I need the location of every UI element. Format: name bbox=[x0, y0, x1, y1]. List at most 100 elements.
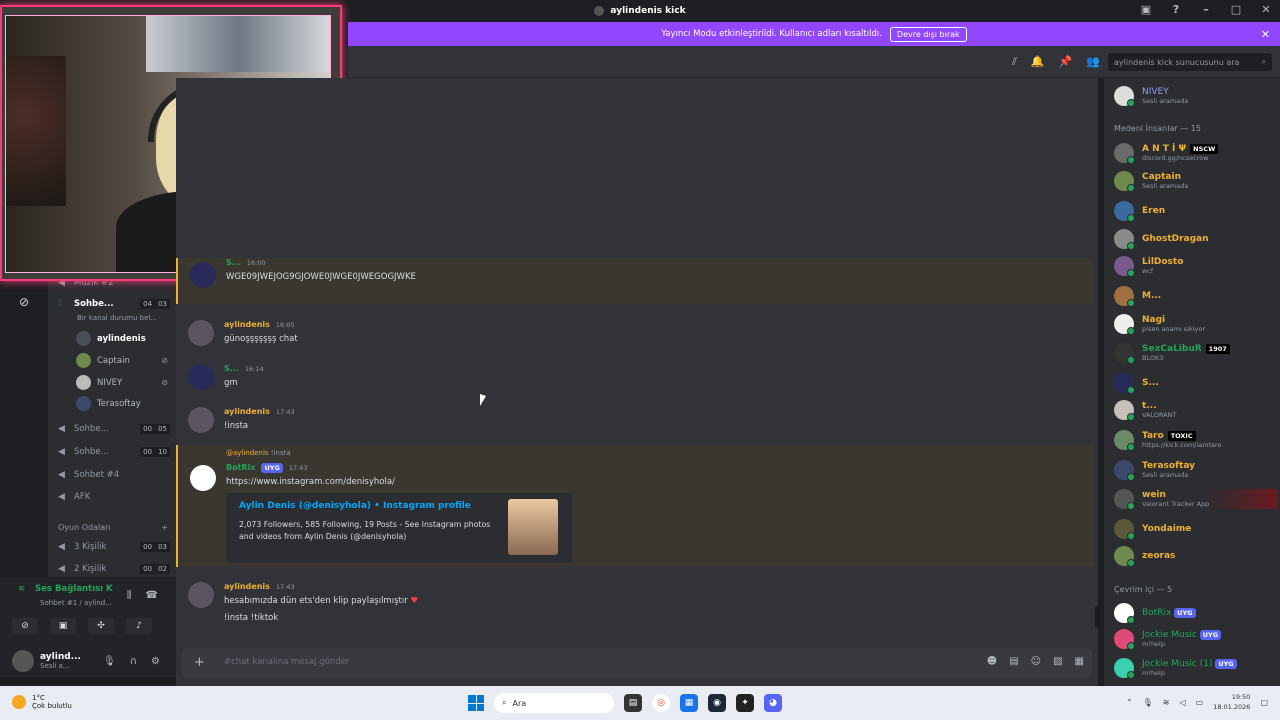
member-item[interactable]: Yondaime bbox=[1114, 519, 1278, 540]
taskbar-search[interactable]: ⌕ Ara bbox=[494, 693, 614, 713]
embed-thumbnail[interactable] bbox=[508, 499, 558, 555]
voice-user[interactable]: aylindenis bbox=[76, 331, 168, 346]
start-button[interactable] bbox=[468, 695, 484, 711]
channel-item[interactable]: ◀ 3 Kişilik 00 03 bbox=[58, 542, 170, 552]
channel-item[interactable]: ◀ Sohbet #4 bbox=[58, 470, 170, 480]
member-item[interactable]: LilDosto wcf bbox=[1114, 256, 1278, 277]
battery-icon[interactable]: ▭ bbox=[1196, 698, 1204, 707]
message[interactable]: S... 16:00 WGE09JWEJOG9GJOWE0JWGE0JWEGOGJ… bbox=[176, 258, 1094, 304]
file-explorer-icon[interactable]: ▤ bbox=[624, 694, 642, 712]
user-panel[interactable]: aylind... Sesli a... bbox=[12, 650, 81, 672]
member-item[interactable]: S... bbox=[1114, 373, 1278, 394]
apps-icon[interactable]: ☻ bbox=[987, 656, 997, 667]
discovery-icon[interactable]: ⊘ bbox=[13, 291, 35, 313]
member-item[interactable]: t... VALORANT bbox=[1114, 400, 1278, 421]
volume-icon[interactable]: ◁ bbox=[1180, 698, 1186, 707]
microphone-icon[interactable]: 🎙 bbox=[103, 656, 116, 667]
pin-icon[interactable]: 📌 bbox=[1059, 55, 1073, 69]
activities-button[interactable]: ✣ bbox=[88, 618, 114, 634]
message[interactable]: S... 16:14 gm bbox=[176, 362, 1094, 402]
wifi-icon[interactable]: ≋ bbox=[1163, 698, 1170, 707]
notification-icon[interactable]: ▢ bbox=[1260, 698, 1268, 707]
disconnect-icon[interactable]: ☎ bbox=[146, 590, 158, 601]
member-item[interactable]: SexCaLibuR 1907 BLOK3 bbox=[1114, 343, 1278, 364]
message-input[interactable]: #chat kanalına mesaj gönder bbox=[224, 657, 349, 667]
steam-icon[interactable]: ◉ bbox=[708, 694, 726, 712]
app-icon[interactable]: ✦ bbox=[736, 694, 754, 712]
maximize-button[interactable]: □ bbox=[1228, 3, 1244, 16]
clock[interactable]: 19:50 18.01.2026 bbox=[1213, 692, 1250, 712]
voice-user[interactable]: Terasoftay bbox=[76, 396, 168, 411]
channel-item[interactable]: ◀ Sohbe... 00 10 bbox=[58, 447, 170, 457]
mute-icon: ⊘ bbox=[161, 356, 168, 365]
member-item[interactable]: Eren bbox=[1114, 201, 1278, 222]
member-item[interactable]: BotRix UYG bbox=[1114, 603, 1278, 624]
member-item[interactable]: zeoras bbox=[1114, 546, 1278, 567]
voice-user[interactable]: NIVEY ⊘ bbox=[76, 375, 168, 390]
member-group-header: Çevrim içi — 5 bbox=[1114, 585, 1173, 594]
member-item[interactable]: GhostDragan bbox=[1114, 229, 1278, 250]
gif-icon[interactable]: ▤ bbox=[1009, 656, 1018, 667]
chat-scrollbar[interactable] bbox=[1095, 606, 1100, 628]
add-attachment-icon[interactable]: + bbox=[194, 655, 205, 670]
search-input[interactable]: aylindenis kick sunucusunu ara ⌕ bbox=[1108, 53, 1272, 71]
inbox-icon[interactable]: ▣ bbox=[1138, 3, 1154, 16]
instagram-link[interactable]: https://www.instagram.com/denisyhola/ bbox=[226, 477, 395, 487]
mute-icon: ⊘ bbox=[161, 378, 168, 387]
screen-share-button[interactable]: ▣ bbox=[50, 618, 76, 634]
bell-icon[interactable]: 🔔 bbox=[1031, 55, 1045, 69]
voice-user[interactable]: Captain ⊘ bbox=[76, 353, 168, 368]
disable-button[interactable]: Devre dışı bırak bbox=[889, 26, 967, 42]
channel-active[interactable]: ⦙⦙ Sohbe... 04 03 bbox=[58, 299, 170, 309]
add-channel-icon[interactable]: + bbox=[161, 523, 168, 532]
minimize-button[interactable]: – bbox=[1198, 3, 1214, 16]
settings-icon[interactable]: ⚙ bbox=[151, 656, 160, 667]
soundboard-button[interactable]: ♪ bbox=[126, 618, 152, 634]
member-item[interactable]: A N T İ Ψ NSCW discord.gg/ncsecrow bbox=[1114, 143, 1278, 164]
member-item[interactable]: Captain Sesli aramada bbox=[1114, 171, 1278, 192]
channel-item[interactable]: ◀ Sohbe... 00 05 bbox=[58, 424, 170, 434]
members-icon[interactable]: 👥 bbox=[1086, 55, 1100, 69]
avatar bbox=[188, 407, 214, 433]
message[interactable]: aylindenis 16:05 günoşşşşşşş chat bbox=[176, 318, 1094, 358]
channel-item[interactable]: ◀ 2 Kişilik 00 02 bbox=[58, 564, 170, 574]
member-item[interactable]: Jockie Music (1) UYG m!help bbox=[1114, 658, 1278, 679]
sticker-icon[interactable]: ☺ bbox=[1031, 656, 1041, 667]
gift-icon[interactable]: ▦ bbox=[1075, 656, 1084, 667]
discord-icon[interactable]: ◕ bbox=[764, 694, 782, 712]
close-button[interactable]: ✕ bbox=[1258, 3, 1274, 16]
channel-item[interactable]: ◀ AFK bbox=[58, 492, 170, 502]
member-item[interactable]: Jockie Music UYG m!help bbox=[1114, 629, 1278, 650]
weather-widget[interactable]: 1°C Çok bulutlu bbox=[12, 694, 72, 710]
microphone-icon[interactable]: 🎙 bbox=[1143, 698, 1153, 707]
chevron-up-icon[interactable]: ⌃ bbox=[1126, 698, 1133, 707]
member-item[interactable]: M... bbox=[1114, 286, 1278, 307]
member-item[interactable]: Taro TOXIC https://kick.com/iamtaro bbox=[1114, 430, 1278, 451]
headphones-icon[interactable]: ∩ bbox=[130, 656, 137, 667]
chrome-icon[interactable]: ◎ bbox=[652, 694, 670, 712]
message[interactable]: aylindenis 17:43 !insta bbox=[176, 405, 1094, 445]
help-icon[interactable]: ? bbox=[1168, 3, 1184, 16]
embed-title[interactable]: Aylin Denis (@denisyhola) • Instagram pr… bbox=[239, 501, 471, 511]
threads-icon[interactable]: ⫽ bbox=[1012, 55, 1017, 69]
avatar bbox=[190, 262, 216, 288]
reply-reference[interactable]: @aylindenis !insta bbox=[226, 449, 291, 457]
voice-channel-link[interactable]: Sohbet #1 / aylind... bbox=[40, 599, 112, 607]
avatar bbox=[1114, 629, 1135, 650]
image-icon[interactable]: ▨ bbox=[1053, 656, 1062, 667]
member-item[interactable]: wein Valorant Tracker App bbox=[1114, 489, 1278, 510]
avatar bbox=[1114, 86, 1135, 107]
store-icon[interactable]: ▦ bbox=[680, 694, 698, 712]
category-header[interactable]: Oyun Odaları + bbox=[58, 523, 168, 532]
message-composer[interactable]: + #chat kanalına mesaj gönder ☻ ▤ ☺ ▨ ▦ bbox=[182, 648, 1092, 678]
noise-suppression-icon[interactable]: ⫼ bbox=[127, 590, 132, 601]
member-item[interactable]: Terasoftay Sesli aramada bbox=[1114, 460, 1278, 481]
member-item[interactable]: NIVEY Sesli aramada bbox=[1114, 86, 1278, 107]
close-icon[interactable]: ✕ bbox=[1261, 28, 1270, 41]
bot-message[interactable]: @aylindenis !insta BotRix UYG 17:43 https:… bbox=[176, 445, 1094, 567]
message[interactable]: aylindenis 17:43 hesabımızda dün ets'den … bbox=[176, 578, 1094, 628]
avatar bbox=[188, 320, 214, 346]
camera-off-button[interactable]: ⊘ bbox=[12, 618, 38, 634]
signal-icon[interactable]: ≋ bbox=[18, 584, 25, 594]
member-item[interactable]: Nagi pisen anamı sikiyor bbox=[1114, 314, 1278, 335]
